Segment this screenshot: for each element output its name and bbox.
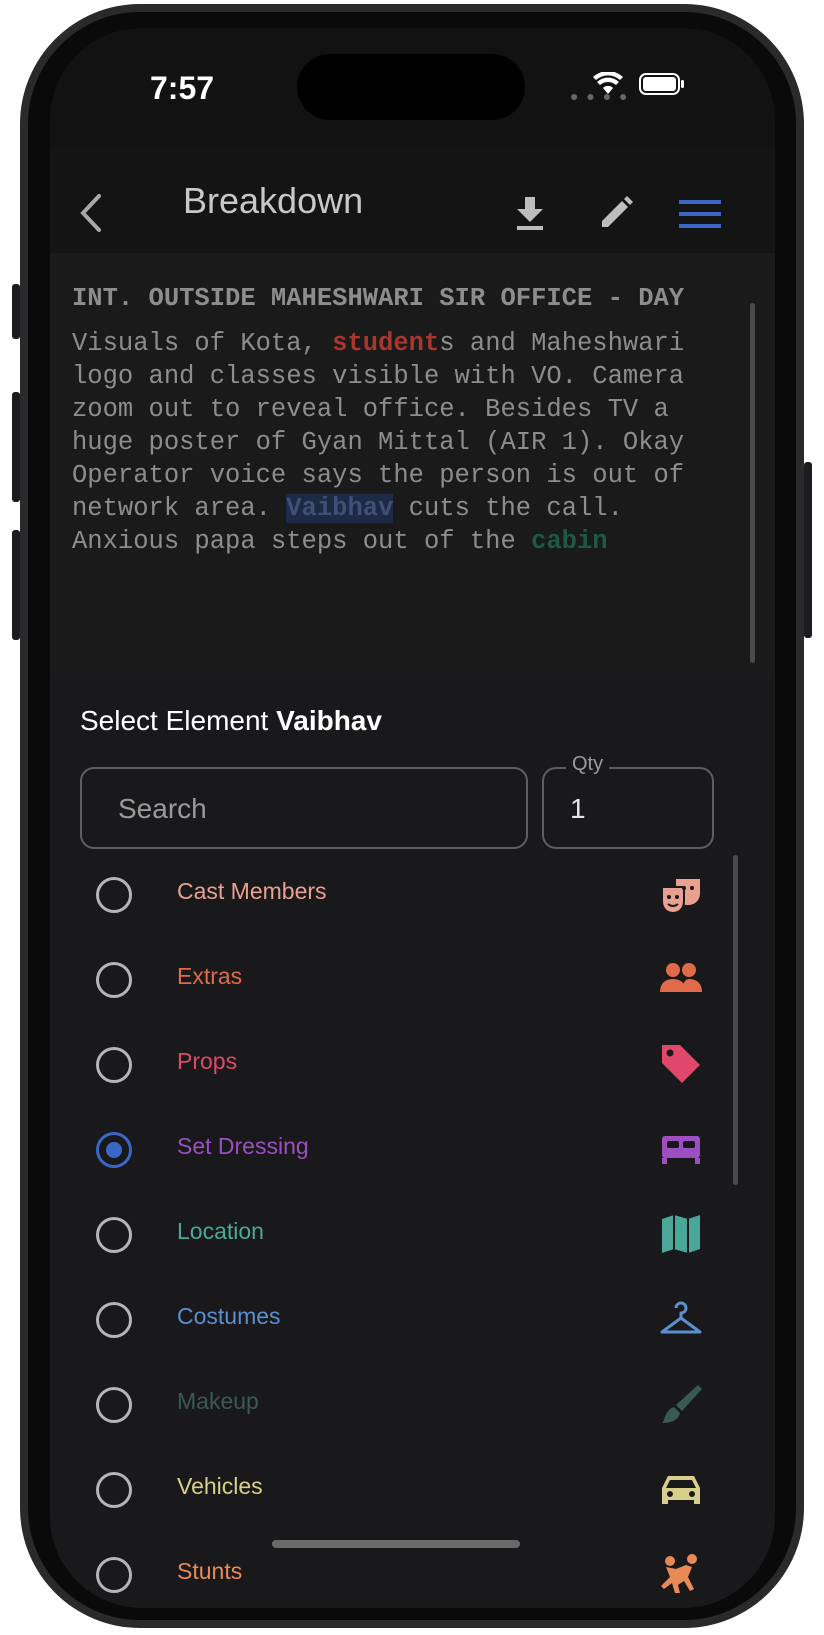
hanger-icon [658,1296,704,1342]
tagged-element-student[interactable]: student [332,329,439,358]
category-label: Vehicles [177,1473,263,1499]
element-picker-sheet: Select Element Vaibhav Search Qty 1 Cast… [50,675,775,1608]
category-item-vehicles[interactable]: Vehicles [50,1448,775,1533]
radio-button-selected[interactable] [96,1132,132,1168]
car-icon [658,1466,704,1512]
category-label: Extras [177,963,243,989]
qty-label: Qty [566,753,610,776]
action-text-part: Visuals of Kota, [72,329,333,358]
category-item-cast-members[interactable]: Cast Members [50,853,775,938]
sheet-title: Select Element Vaibhav [80,705,382,737]
category-label: Makeup [177,1388,259,1414]
category-item-location[interactable]: Location [50,1193,775,1278]
radio-button[interactable] [96,1217,132,1253]
category-label: Cast Members [177,878,327,904]
script-view[interactable]: INT. OUTSIDE MAHESHWARI SIR OFFICE - DAY… [50,253,775,675]
script-scrollbar[interactable] [750,303,755,663]
category-item-costumes[interactable]: Costumes [50,1278,775,1363]
theater-masks-icon [658,871,704,917]
category-label: Costumes [177,1303,281,1329]
list-scrollbar[interactable] [733,855,738,1185]
sheet-title-prefix: Select Element [80,705,269,736]
download-icon[interactable] [512,193,548,233]
action-text[interactable]: Visuals of Kota, students and Maheshwari… [72,327,712,558]
category-label: Props [177,1048,238,1074]
category-item-makeup[interactable]: Makeup [50,1363,775,1448]
category-label: Set Dressing [177,1133,309,1159]
radio-button[interactable] [96,962,132,998]
category-label: Location [177,1218,264,1244]
radio-button[interactable] [96,877,132,913]
radio-button[interactable] [96,1472,132,1508]
scene-heading: INT. OUTSIDE MAHESHWARI SIR OFFICE - DAY [72,284,685,313]
dynamic-island [297,54,525,120]
qty-value: 1 [570,793,586,824]
category-label: Stunts [177,1558,243,1584]
tagged-element-cabin[interactable]: cabin [531,527,608,556]
edit-pencil-icon[interactable] [596,193,636,233]
qty-field[interactable]: Qty 1 [542,753,714,849]
page-title: Breakdown [183,180,364,221]
script-body[interactable]: INT. OUTSIDE MAHESHWARI SIR OFFICE - DAY… [72,281,712,558]
battery-icon [638,72,686,96]
screen: 7:57 ● ● ● ● Breakdown INT. OUTSIDE MAHE… [50,28,775,1608]
home-indicator[interactable] [272,1540,520,1548]
menu-icon[interactable] [678,196,722,232]
category-item-set-dressing[interactable]: Set Dressing [50,1108,775,1193]
radio-button[interactable] [96,1557,132,1593]
category-item-props[interactable]: Props [50,1023,775,1108]
status-time: 7:57 [150,70,215,106]
stunt-fight-icon [658,1551,704,1597]
search-placeholder: Search [118,793,207,824]
back-chevron-icon[interactable] [70,188,110,238]
bed-icon [658,1126,704,1172]
brush-icon [658,1381,704,1427]
radio-button[interactable] [96,1302,132,1338]
radio-button[interactable] [96,1387,132,1423]
tag-icon [658,1041,704,1087]
category-item-extras[interactable]: Extras [50,938,775,1023]
tagged-element-vaibhav[interactable]: Vaibhav [286,494,394,523]
volume-down-button [12,530,20,640]
wifi-icon [592,70,624,98]
map-icon [658,1211,704,1257]
mute-switch [12,284,20,339]
power-button [804,462,812,638]
app-bar [50,148,775,253]
radio-button[interactable] [96,1047,132,1083]
sheet-title-name: Vaibhav [276,705,382,736]
people-group-icon [658,956,704,1002]
volume-up-button [12,392,20,502]
status-bar: 7:57 ● ● ● ● [50,28,775,138]
search-input[interactable]: Search [80,767,528,849]
